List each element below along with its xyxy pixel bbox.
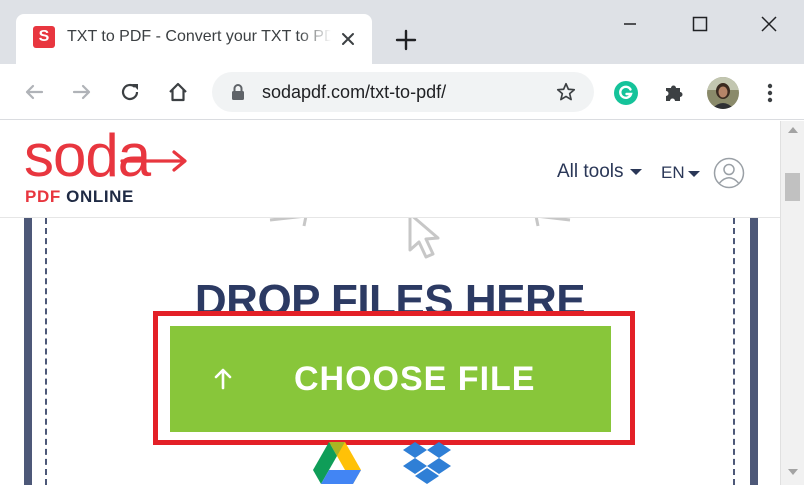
user-account-icon[interactable] [713,157,745,189]
reload-icon[interactable] [116,78,144,106]
dropbox-icon[interactable] [402,440,452,484]
minimize-icon[interactable] [616,10,644,38]
chevron-down-icon [687,170,700,177]
scroll-up-arrow-icon[interactable] [788,127,798,133]
browser-menu-icon[interactable] [756,79,784,107]
profile-avatar[interactable] [706,76,740,110]
maximize-icon[interactable] [686,10,714,38]
choose-file-button[interactable]: CHOOSE FILE [170,326,611,432]
language-label: EN [661,163,685,182]
home-icon[interactable] [164,78,192,106]
browser-tab[interactable]: S TXT to PDF - Convert your TXT to PDF [16,14,372,64]
site-header: soda PDF ONLINE All tools EN [0,121,780,218]
address-bar[interactable]: sodapdf.com/txt-to-pdf/ [212,72,594,112]
drop-zone-border [750,218,758,485]
page-scrollbar[interactable] [780,121,804,485]
window-close-icon[interactable] [755,10,783,38]
logo-subtitle-pdf: PDF [25,187,61,206]
grammarly-icon[interactable] [612,79,640,107]
tab-close-icon[interactable] [336,27,360,51]
browser-toolbar: sodapdf.com/txt-to-pdf/ [0,64,804,120]
scroll-thumb[interactable] [785,173,800,201]
soda-favicon-icon: S [33,26,55,48]
drop-zone-dashed-edge [45,218,47,485]
back-arrow-icon[interactable] [20,78,48,106]
all-tools-menu[interactable]: All tools [557,161,642,183]
new-tab-icon[interactable] [392,26,420,54]
scroll-down-arrow-icon[interactable] [788,469,798,475]
logo-subtitle-online: ONLINE [60,187,134,206]
drop-zone-dashed-edge [733,218,735,485]
bookmark-star-icon[interactable] [555,81,577,103]
tab-title: TXT to PDF - Convert your TXT to PDF [67,28,331,45]
url-text[interactable]: sodapdf.com/txt-to-pdf/ [262,82,446,103]
forward-arrow-icon[interactable] [68,78,96,106]
upload-arrow-icon [214,368,232,390]
language-selector[interactable]: EN [661,163,700,183]
logo-subtitle: PDF ONLINE [25,187,134,207]
browser-titlebar: S TXT to PDF - Convert your TXT to PDF [0,0,804,64]
drop-files-title: DROP FILES HERE [194,276,586,325]
chevron-down-icon [629,168,642,175]
drop-zone-border [24,218,32,485]
logo-arrow-icon [120,150,187,172]
extensions-puzzle-icon[interactable] [660,79,688,107]
choose-file-label: CHOOSE FILE [294,360,536,398]
drag-cursor-illustration-icon [269,212,571,259]
lock-icon[interactable] [230,83,246,101]
all-tools-label: All tools [557,161,624,182]
google-drive-icon[interactable] [312,440,362,484]
